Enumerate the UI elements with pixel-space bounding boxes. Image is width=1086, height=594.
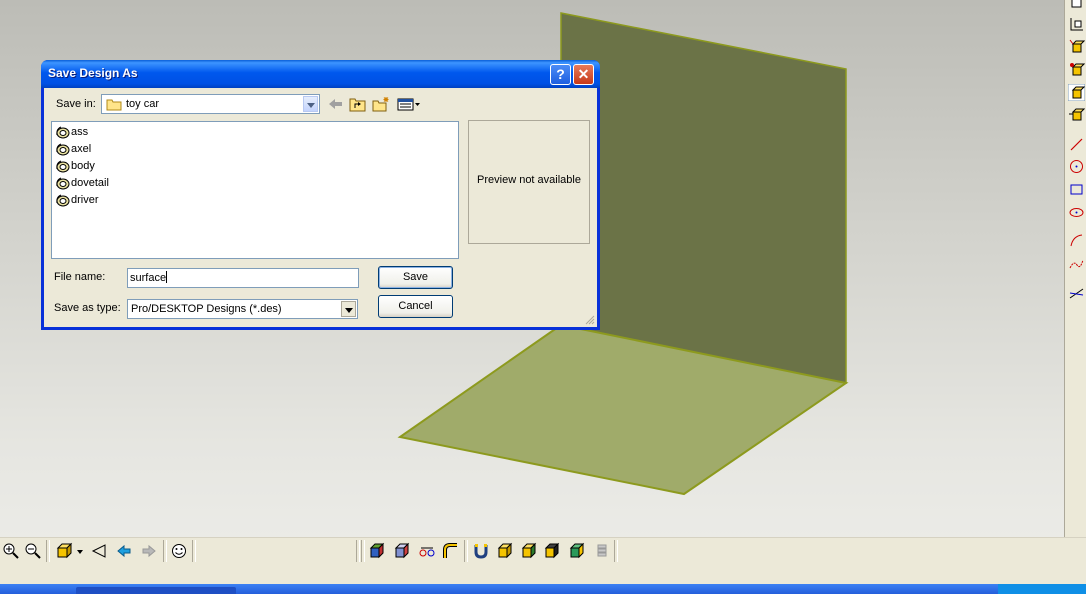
new-folder-icon[interactable] [372, 96, 390, 112]
stack-icon[interactable] [593, 542, 611, 560]
file-list-item[interactable]: body [55, 159, 135, 175]
file-name-value: surface [130, 272, 167, 284]
dialog-titlebar[interactable]: Save Design As ? ✕ [41, 60, 600, 88]
save-as-type-label: Save as type: [54, 302, 121, 314]
toolbar-separator [163, 540, 167, 562]
save-design-dialog: Save Design As ? ✕ Save in: toy car ass a… [41, 60, 600, 330]
dropdown-arrow-icon[interactable] [75, 542, 85, 560]
up-folder-icon[interactable] [349, 96, 367, 112]
zoom-in-icon[interactable] [2, 542, 20, 560]
folder-icon [106, 99, 122, 111]
revolve-icon[interactable] [1068, 61, 1085, 78]
bottom-toolbar [0, 537, 1086, 585]
spline-icon[interactable] [1068, 256, 1085, 273]
box-color-icon[interactable] [568, 542, 586, 560]
line-icon[interactable] [1068, 136, 1085, 153]
workplane-icon[interactable] [1068, 0, 1085, 11]
preview-text: Preview not available [477, 174, 581, 186]
toolbar-separator [361, 540, 365, 562]
render-shaded-icon[interactable] [369, 542, 387, 560]
text-caret [166, 271, 168, 283]
file-name-text: dovetail [71, 177, 109, 189]
ellipse-icon[interactable] [1068, 204, 1085, 221]
toolbar-separator [46, 540, 50, 562]
magnet-icon[interactable] [472, 542, 490, 560]
save-in-dropdown[interactable]: toy car [101, 94, 320, 114]
vertical-plane[interactable] [560, 12, 847, 384]
box-select-icon[interactable] [520, 542, 538, 560]
close-button[interactable]: ✕ [573, 64, 594, 85]
sweep-icon[interactable] [1068, 84, 1085, 101]
dialog-title: Save Design As [48, 66, 138, 80]
view-previous-icon[interactable] [115, 542, 133, 560]
render-bend-icon[interactable] [442, 542, 460, 560]
toolbar-separator [614, 540, 618, 562]
design-file-icon [56, 194, 70, 207]
arc-icon[interactable] [1068, 232, 1085, 249]
system-tray [998, 584, 1086, 594]
dialog-body: Save in: toy car ass axel body dovetail driv… [44, 88, 597, 327]
toolbar-separator [464, 540, 468, 562]
save-in-label: Save in: [56, 98, 96, 110]
chevron-down-icon[interactable] [341, 301, 356, 317]
design-file-icon [56, 177, 70, 190]
file-name-text: driver [71, 194, 99, 206]
smiley-icon[interactable] [170, 542, 188, 560]
file-name-text: body [71, 160, 95, 172]
rectangle-icon[interactable] [1068, 181, 1085, 198]
right-toolbar [1064, 0, 1086, 537]
file-list-item[interactable]: axel [55, 142, 135, 158]
resize-grip-icon[interactable] [585, 315, 595, 325]
file-name-text: ass [71, 126, 89, 138]
chevron-down-icon[interactable] [303, 96, 318, 112]
file-name-label: File name: [54, 271, 106, 283]
view-cube-icon[interactable] [55, 542, 73, 560]
back-arrow-icon[interactable] [327, 96, 345, 112]
design-file-icon [56, 143, 70, 156]
taskbar-button[interactable] [76, 587, 236, 594]
save-as-type-value: Pro/DESKTOP Designs (*.des) [131, 303, 282, 315]
file-list-item[interactable]: dovetail [55, 176, 135, 192]
preview-panel: Preview not available [468, 120, 590, 244]
file-name-input[interactable]: surface [127, 268, 359, 288]
constraint-icon[interactable] [1068, 284, 1085, 301]
view-menu-icon[interactable] [396, 96, 422, 112]
help-button[interactable]: ? [550, 64, 571, 85]
view-next-icon[interactable] [140, 542, 158, 560]
design-file-icon [56, 126, 70, 139]
toolbar-separator [192, 540, 196, 562]
file-list-item[interactable]: driver [55, 193, 135, 209]
design-file-icon [56, 160, 70, 173]
zoom-out-icon[interactable] [24, 542, 42, 560]
perspective-icon[interactable] [90, 542, 108, 560]
save-in-value: toy car [126, 98, 160, 110]
render-hidden-icon[interactable] [394, 542, 412, 560]
cancel-button[interactable]: Cancel [378, 295, 453, 318]
file-list-item[interactable]: ass [55, 125, 135, 141]
extrude-icon[interactable] [1068, 38, 1085, 55]
box-edge-icon[interactable] [543, 542, 561, 560]
box-icon[interactable] [496, 542, 514, 560]
loft-icon[interactable] [1068, 106, 1085, 123]
circle-icon[interactable] [1068, 158, 1085, 175]
toolbar-separator [356, 540, 360, 562]
render-wire-icon[interactable] [418, 542, 436, 560]
taskbar [0, 584, 1086, 594]
file-list[interactable]: ass axel body dovetail driver [51, 121, 459, 259]
save-as-type-dropdown[interactable]: Pro/DESKTOP Designs (*.des) [127, 299, 358, 319]
save-button[interactable]: Save [378, 266, 453, 289]
sketch-icon[interactable] [1068, 16, 1085, 33]
file-name-text: axel [71, 143, 92, 155]
